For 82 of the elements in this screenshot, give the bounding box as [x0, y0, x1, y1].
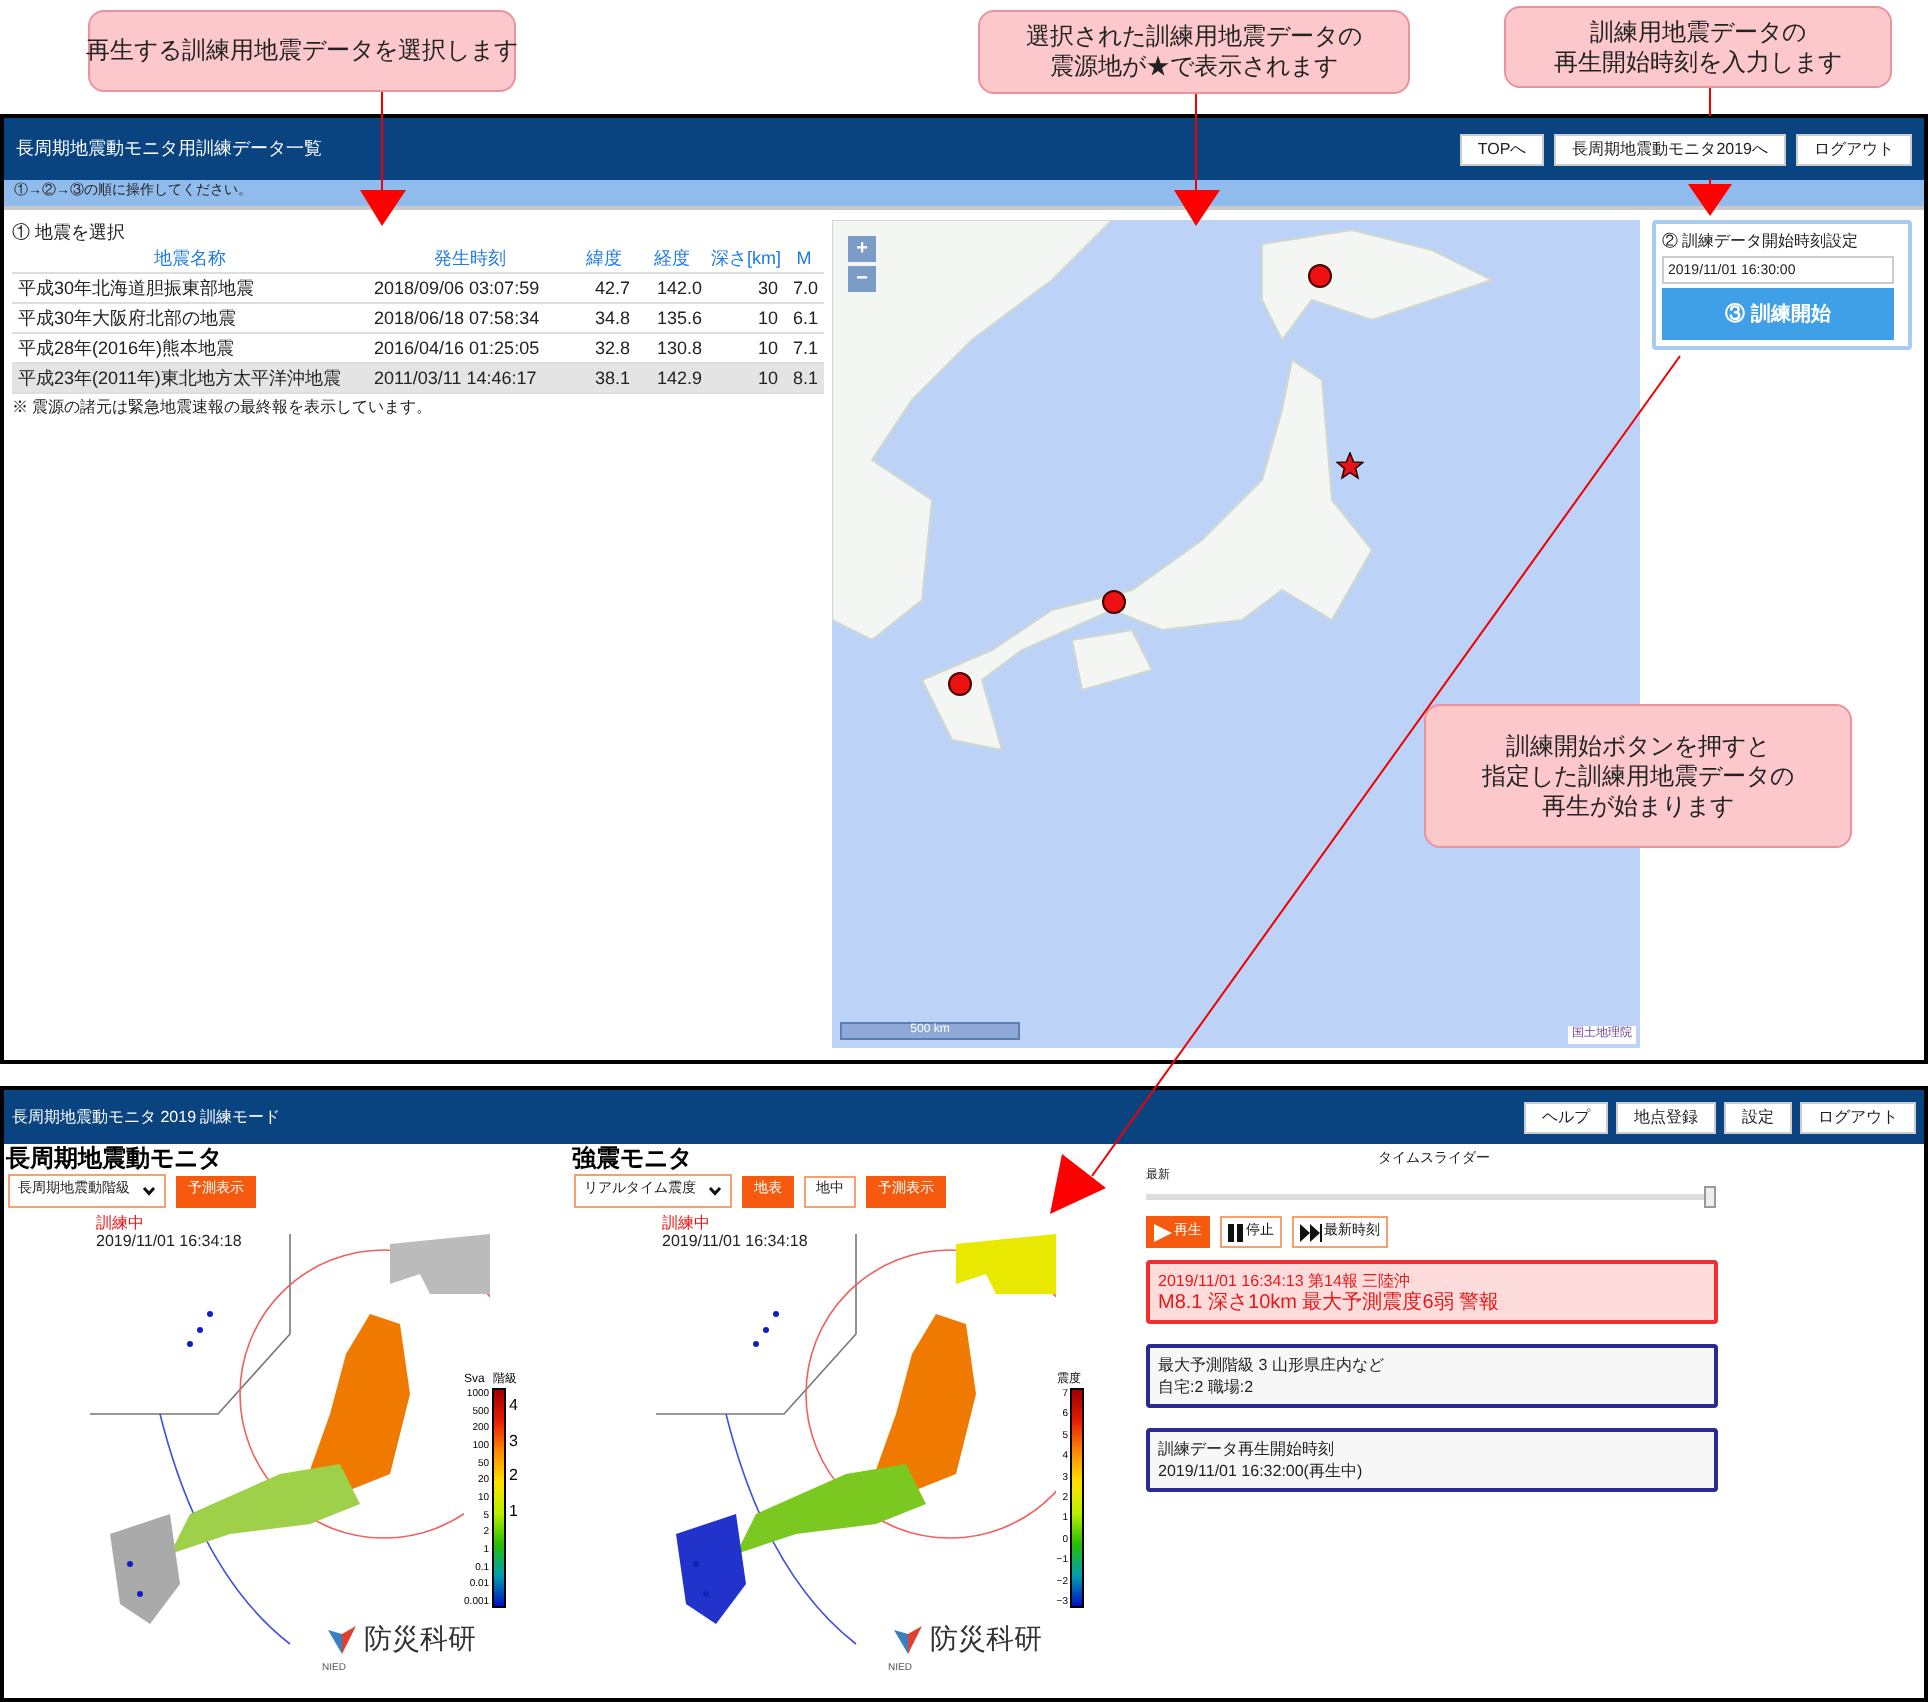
callout-arrow [1174, 93, 1220, 226]
note-text: ※ 震源の諸元は緊急地震速報の最終報を表示しています。 [12, 396, 435, 420]
callout-text: 訓練用地震データの [1590, 17, 1806, 47]
callout-text: 再生する訓練用地震データを選択します [86, 36, 518, 66]
logo-text: 防災科研 [930, 1620, 1042, 1658]
logo-text: 防災科研 [364, 1620, 476, 1658]
table-cell-text: 7.0 [790, 276, 820, 302]
pause-icon [1228, 1223, 1244, 1241]
table-cell-text: 38.1 [592, 366, 632, 392]
header-button[interactable]: TOPへ [1459, 133, 1545, 165]
skip-forward-icon [1300, 1223, 1322, 1241]
status-text: 訓練中 [96, 1214, 146, 1232]
chevron-down-icon [142, 1186, 156, 1196]
table-cell-text: 130.8 [654, 336, 704, 362]
table-cell-text: 10 [755, 306, 780, 332]
monitor-title: 長周期地震動モニタ [4, 1144, 224, 1172]
table-cell-text: 2018/06/18 07:58:34 [372, 306, 542, 332]
column-header: 発生時刻 [432, 246, 508, 272]
earthquake-row[interactable]: 平成30年北海道胆振東部地震 2018/09/06 03:07:59 42.7 142.0 30 7.0 [12, 274, 824, 304]
callout-arrow [360, 91, 406, 226]
play-icon [1154, 1223, 1172, 1241]
table-cell-text: 2011/03/11 14:46:17 [372, 366, 539, 392]
step-label: ② 訓練データ開始時刻設定 [1662, 230, 1861, 252]
earthquake-row[interactable]: 平成30年大阪府北部の地震 2018/06/18 07:58:34 34.8 135.6 10 6.1 [12, 304, 824, 334]
table-cell-text: 10 [755, 366, 780, 392]
monitor-title: 強震モニタ [570, 1144, 694, 1172]
table-cell-text: 34.8 [592, 306, 632, 332]
current-time: 2019/11/01 16:34:18 [662, 1232, 810, 1250]
earthquake-row[interactable]: 平成23年(2011年)東北地方太平洋沖地震 2011/03/11 14:46:17 38.1 142.9 10 8.1 [12, 364, 824, 394]
table-cell-text: 6.1 [790, 306, 820, 332]
logo-icon [892, 1623, 924, 1655]
slider-thumb[interactable] [1704, 1186, 1716, 1208]
table-cell-text: 32.8 [592, 336, 632, 362]
table-cell-text: 平成23年(2011年)東北地方太平洋沖地震 [16, 366, 343, 392]
chevron-down-icon [708, 1186, 722, 1196]
card-text: 2019/11/01 16:34:13 第14報 三陸沖 [1158, 1270, 1413, 1291]
card-text: 2019/11/01 16:32:00(再生中) [1158, 1460, 1365, 1482]
table-cell-text: 2016/04/16 01:25:05 [372, 336, 542, 362]
table-cell-text: 平成30年大阪府北部の地震 [16, 306, 239, 332]
table-cell-text: 135.6 [654, 306, 704, 332]
table-cell-text: 2018/09/06 03:07:59 [372, 276, 542, 302]
header-button[interactable]: 地点登録 [1616, 1101, 1716, 1133]
header-button[interactable]: ヘルプ [1524, 1101, 1608, 1133]
card-text: M8.1 深さ10km 最大予測震度6弱 警報 [1158, 1292, 1502, 1314]
column-header: M [794, 246, 814, 272]
callout-text: 再生開始時刻を入力します [1554, 47, 1842, 77]
window-title: 長周期地震動モニタ用訓練データ一覧 [16, 135, 322, 162]
callout-text: 選択された訓練用地震データの [1026, 22, 1362, 52]
table-cell-text: 30 [755, 276, 780, 302]
colorbar-class-label: 1 [509, 1501, 518, 1520]
earthquake-row[interactable]: 平成28年(2016年)熊本地震 2016/04/16 01:25:05 32.8 130.8 10 7.1 [12, 334, 824, 364]
table-cell-text: 7.1 [790, 336, 820, 362]
table-cell-text: 8.1 [790, 366, 820, 392]
column-header: 緯度 [584, 246, 624, 272]
status-text: 訓練中 [662, 1214, 712, 1232]
step-label: ① 地震を選択 [12, 220, 128, 244]
header-button[interactable]: ログアウト [1800, 1101, 1916, 1133]
header-button[interactable]: ログアウト [1796, 133, 1912, 165]
star-marker-icon[interactable] [1335, 452, 1364, 481]
table-cell-text: 42.7 [592, 276, 632, 302]
column-header: 経度 [652, 246, 692, 272]
card-text: 最大予測階級 3 山形県庄内など [1158, 1354, 1386, 1376]
header-button[interactable]: 設定 [1724, 1101, 1792, 1133]
table-cell-text: 10 [755, 336, 780, 362]
column-header: 地震名称 [152, 246, 228, 272]
table-cell-text: 平成30年北海道胆振東部地震 [16, 276, 257, 302]
column-header: 深さ[km] [709, 246, 783, 272]
window-title: 長周期地震動モニタ 2019 訓練モード [12, 1105, 281, 1129]
time-slider-track[interactable] [1146, 1186, 1716, 1208]
colorbar-class-label: 2 [509, 1466, 518, 1485]
current-time: 2019/11/01 16:34:18 [96, 1232, 244, 1250]
table-cell-text: 142.0 [654, 276, 704, 302]
header-button[interactable]: 長周期地震動モニタ2019へ [1554, 133, 1786, 165]
card-text: 自宅:2 職場:2 [1158, 1376, 1256, 1398]
logo-icon [326, 1623, 358, 1655]
table-cell-text: 平成28年(2016年)熊本地震 [16, 336, 237, 362]
table-cell-text: 142.9 [654, 366, 704, 392]
callout-text: 震源地が★で表示されます [1050, 52, 1338, 82]
card-text: 訓練データ再生開始時刻 [1158, 1438, 1336, 1460]
epicenter-marker[interactable] [1102, 590, 1127, 614]
colorbar-class-label: 4 [509, 1396, 518, 1415]
colorbar-class-label: 3 [509, 1431, 518, 1450]
